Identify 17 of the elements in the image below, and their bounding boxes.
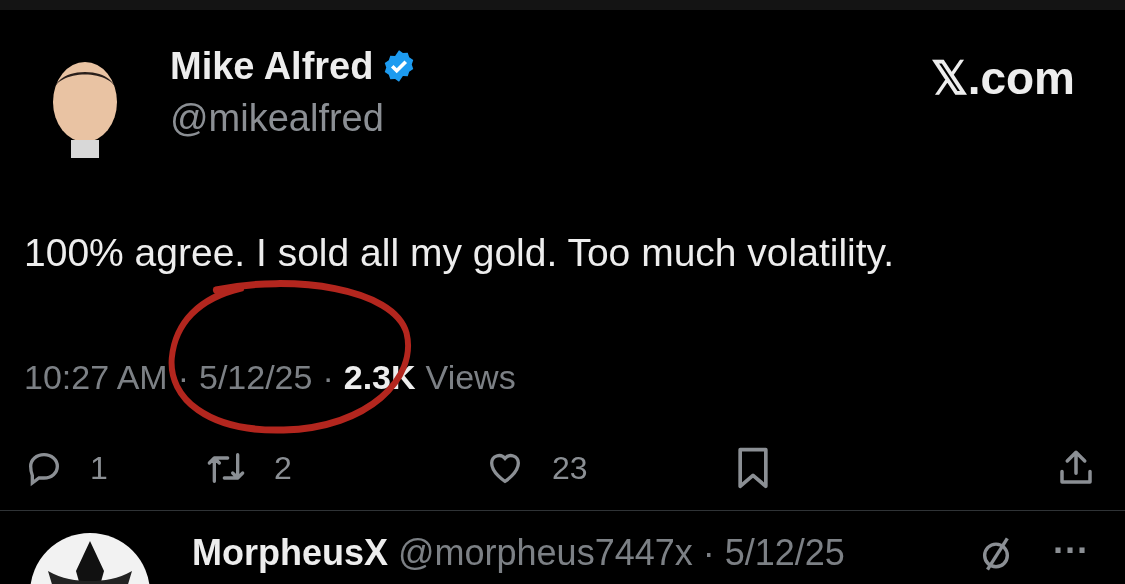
- action-count: 1: [90, 449, 108, 488]
- action-count: 23: [552, 449, 588, 488]
- views-label: Views: [425, 357, 516, 398]
- action-count: 2: [274, 449, 292, 488]
- tweet-date: 5/12/25: [199, 357, 313, 398]
- separator-dot: ·: [177, 357, 189, 398]
- site-logo: 𝕏.com: [930, 51, 1075, 106]
- separator-dot: ·: [322, 357, 334, 398]
- reply-author-name[interactable]: MorpheusX: [192, 533, 388, 573]
- tweet-time: 10:27 AM: [24, 357, 168, 398]
- separator-dot: ·: [702, 533, 715, 573]
- reply-date: 5/12/25: [724, 533, 845, 573]
- tweet-text: 100% agree. I sold all my gold. Too much volatility.: [23, 230, 895, 276]
- reply-handle[interactable]: @morpheus7447x: [398, 533, 693, 573]
- more-button[interactable]: ···: [1053, 531, 1089, 571]
- author-name[interactable]: Mike Alfred: [170, 42, 374, 90]
- author-handle[interactable]: @mikealfred: [170, 94, 418, 142]
